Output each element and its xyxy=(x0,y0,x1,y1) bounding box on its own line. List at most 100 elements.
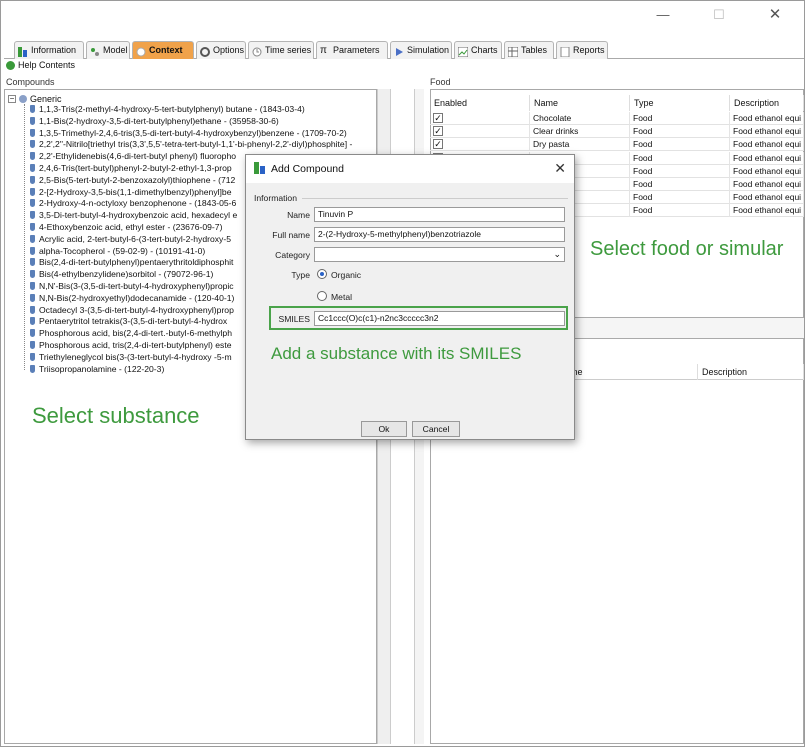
list-item-label: 2-Hydroxy-4-n-octyloxy benzophenone - (1… xyxy=(39,198,237,209)
tab-model[interactable]: Model xyxy=(86,41,130,59)
list-item-label: 4-Ethoxybenzoic acid, ethyl ester - (236… xyxy=(39,222,223,232)
flask-icon xyxy=(30,305,35,314)
table-row[interactable]: ✓ Dry pasta Food Food ethanol equi xyxy=(430,138,804,152)
cell-enabled[interactable]: ✓ xyxy=(430,125,530,139)
flask-icon xyxy=(30,128,35,137)
column-header-type[interactable]: Type xyxy=(630,95,730,111)
tab-tables[interactable]: Tables xyxy=(504,41,554,59)
tab-simulation[interactable]: Simulation xyxy=(390,41,452,59)
tab-label: Options xyxy=(213,45,245,55)
list-item[interactable]: Bis(2,4-di-tert-butylphenyl)pentaerythri… xyxy=(30,256,233,268)
model-icon xyxy=(90,46,100,56)
tab-reports[interactable]: Reports xyxy=(556,41,608,59)
list-item[interactable]: N,N-Bis(2-hydroxyethyl)dodecanamide - (1… xyxy=(30,292,234,304)
dialog-close-icon[interactable]: ✕ xyxy=(554,160,566,177)
column-header-enabled[interactable]: Enabled xyxy=(430,95,530,111)
list-item[interactable]: 4-Ethoxybenzoic acid, ethyl ester - (236… xyxy=(30,221,222,233)
ok-button[interactable]: Ok xyxy=(361,421,407,437)
tab-time-series[interactable]: Time series xyxy=(248,41,314,59)
list-item[interactable]: 1,1,3-Tris(2-methyl-4-hydroxy-5-tert-but… xyxy=(30,103,305,115)
list-item[interactable]: 3,5-Di-tert-butyl-4-hydroxybenzoic acid,… xyxy=(30,209,237,221)
cell-type: Food xyxy=(630,112,730,125)
list-item-label: Pentaerytritol tetrakis(3-(3,5-di-tert-b… xyxy=(39,316,228,327)
collapse-icon[interactable]: − xyxy=(8,95,16,103)
list-item[interactable]: 1,1-Bis(2-hydroxy-3,5-di-tert-butylpheny… xyxy=(30,115,279,127)
minimize-icon[interactable]: — xyxy=(651,6,675,24)
chevron-down-icon[interactable]: ⌄ xyxy=(553,248,561,261)
list-item-label: 3,5-Di-tert-butyl-4-hydroxybenzoic acid,… xyxy=(39,210,238,221)
list-item[interactable]: Triethyleneglycol bis(3-(3-tert-butyl-4-… xyxy=(30,351,232,363)
list-item[interactable]: Phosphorous acid, bis(2,4-di-tert.-butyl… xyxy=(30,327,232,339)
list-item[interactable]: 2,2',2''-Nitrilo[triethyl tris(3,3',5,5'… xyxy=(30,138,352,150)
cell-type: Food xyxy=(630,151,730,165)
play-icon xyxy=(394,46,404,56)
flask-icon xyxy=(30,199,35,208)
fullname-label: Full name xyxy=(272,230,310,240)
tab-information[interactable]: Information xyxy=(14,41,84,59)
fullname-field[interactable]: 2-(2-Hydroxy-5-methylphenyl)benzotriazol… xyxy=(314,227,565,242)
type-organic-radio[interactable] xyxy=(317,269,327,279)
column-header-description[interactable]: Description xyxy=(730,95,804,111)
folder-icon xyxy=(19,95,27,103)
checkbox[interactable]: ✓ xyxy=(433,139,443,150)
category-select[interactable]: ⌄ xyxy=(314,247,565,262)
list-item[interactable]: 2-[2-Hydroxy-3,5-bis(1,1-dimethylbenzyl)… xyxy=(30,186,232,198)
list-item[interactable]: 1,3,5-Trimethyl-2,4,6-tris(3,5-di-tert-b… xyxy=(30,127,347,139)
column-header-description-2[interactable]: Description xyxy=(698,364,804,380)
list-item-label: alpha-Tocopherol - (59-02-9) - (10191-41… xyxy=(39,245,206,256)
list-item[interactable]: Octadecyl 3-(3,5-di-tert-butyl-4-hydroxy… xyxy=(30,304,234,316)
flask-icon xyxy=(30,175,35,184)
tab-label: Reports xyxy=(573,45,605,55)
flask-icon xyxy=(30,116,35,125)
list-item[interactable]: alpha-Tocopherol - (59-02-9) - (10191-41… xyxy=(30,245,205,257)
list-item[interactable]: Bis(4-ethylbenzylidene)sorbitol - (79072… xyxy=(30,268,213,280)
cell-enabled[interactable]: ✓ xyxy=(430,112,530,125)
name-label: Name xyxy=(287,210,310,220)
list-item[interactable]: 2,2'-Ethylidenebis(4,6-di-tert-butyl phe… xyxy=(30,150,236,162)
list-item[interactable]: 2-Hydroxy-4-n-octyloxy benzophenone - (1… xyxy=(30,197,236,209)
title-bar: — ☐ ✕ xyxy=(1,1,804,31)
column-header-name-2[interactable]: ame xyxy=(560,364,698,380)
flask-icon xyxy=(30,152,35,161)
tab-label: Charts xyxy=(471,45,498,55)
tab-charts[interactable]: Charts xyxy=(454,41,502,59)
maximize-icon[interactable]: ☐ xyxy=(707,6,731,24)
cancel-button[interactable]: Cancel xyxy=(412,421,460,437)
column-header-name[interactable]: Name xyxy=(530,95,630,111)
cell-description: Food ethanol equi xyxy=(730,164,804,178)
checkbox[interactable]: ✓ xyxy=(433,126,443,137)
list-item[interactable]: 2,5-Bis(5-tert-butyl-2-benzoxazolyl)thio… xyxy=(30,174,235,186)
tab-options[interactable]: Options xyxy=(196,41,246,59)
cell-description: Food ethanol equi xyxy=(730,178,804,191)
tab-label: Parameters xyxy=(333,45,380,55)
tab-context[interactable]: Context xyxy=(132,41,194,59)
cell-name: Clear drinks xyxy=(530,125,630,139)
list-item-label: 2,5-Bis(5-tert-butyl-2-benzoxazolyl)thio… xyxy=(39,174,236,185)
list-item[interactable]: Phosphorous acid, tris(2,4-di-tert-butyl… xyxy=(30,339,232,351)
cell-type: Food xyxy=(630,178,730,191)
app-logo-icon xyxy=(254,161,266,177)
table-row[interactable]: ✓ Clear drinks Food Food ethanol equi xyxy=(430,125,804,139)
type-metal-radio[interactable] xyxy=(317,291,327,301)
cell-enabled[interactable]: ✓ xyxy=(430,138,530,152)
table-row[interactable]: ✓ Chocolate Food Food ethanol equi xyxy=(430,112,804,125)
list-item[interactable]: Pentaerytritol tetrakis(3-(3,5-di-tert-b… xyxy=(30,315,227,327)
close-icon[interactable]: ✕ xyxy=(763,6,787,24)
information-icon xyxy=(18,46,28,57)
tab-label: Context xyxy=(149,45,183,55)
cell-type: Food xyxy=(630,125,730,139)
flask-icon xyxy=(30,352,35,361)
list-item[interactable]: Triisopropanolamine - (122-20-3) xyxy=(30,363,164,375)
list-item[interactable]: N,N'-Bis(3-(3,5-di-tert-butyl-4-hydroxyp… xyxy=(30,280,234,292)
smiles-highlight xyxy=(269,306,568,330)
name-field[interactable]: Tinuvin P xyxy=(314,207,565,222)
flask-icon xyxy=(30,364,35,373)
list-item[interactable]: Acrylic acid, 2-tert-butyl-6-(3-tert-but… xyxy=(30,233,231,245)
tab-parameters[interactable]: π Parameters xyxy=(316,41,388,59)
checkbox[interactable]: ✓ xyxy=(433,113,443,123)
tree-guide xyxy=(24,104,25,370)
help-contents[interactable]: Help Contents xyxy=(6,59,75,71)
annotation-select-substance: Select substance xyxy=(32,403,200,428)
list-item[interactable]: 2,4,6-Tris(tert-butyl)phenyl-2-butyl-2-e… xyxy=(30,162,232,174)
cell-description: Food ethanol equi xyxy=(730,112,804,125)
